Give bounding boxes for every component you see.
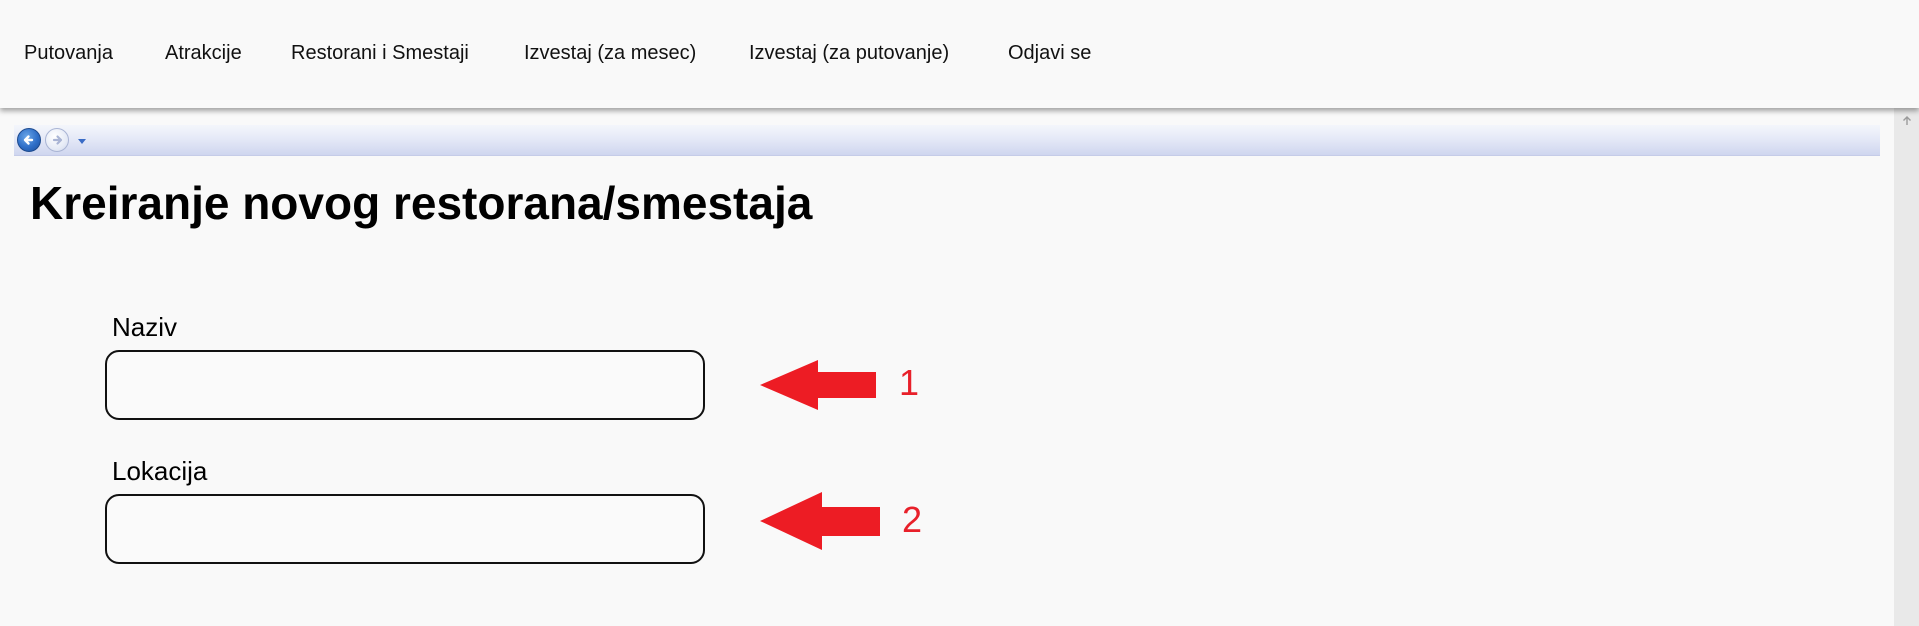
vertical-scrollbar[interactable] (1894, 108, 1919, 626)
nav-item-restorani-i-smestaji[interactable]: Restorani i Smestaji (291, 42, 469, 65)
naziv-input[interactable] (105, 350, 705, 420)
arrow-up-icon (1902, 115, 1911, 125)
top-navigation-bar: Putovanja Atrakcije Restorani i Smestaji… (0, 0, 1919, 108)
red-arrow-icon (760, 360, 876, 410)
frame-navigation-toolbar (14, 125, 1880, 156)
back-button[interactable] (17, 128, 41, 152)
lokacija-label: Lokacija (112, 456, 208, 486)
nav-item-odjavi-se[interactable]: Odjavi se (1008, 42, 1091, 65)
annotation-number-2: 2 (902, 499, 923, 540)
back-arrow-icon (23, 135, 34, 145)
nav-item-putovanja[interactable]: Putovanja (24, 42, 113, 65)
dropdown-triangle-icon[interactable] (75, 135, 89, 147)
annotation-number-1: 1 (899, 362, 920, 403)
forward-button[interactable] (45, 128, 69, 152)
nav-item-atrakcije[interactable]: Atrakcije (165, 42, 242, 65)
scroll-up-button[interactable] (1894, 108, 1919, 133)
lokacija-input[interactable] (105, 494, 705, 564)
page-title: Kreiranje novog restorana/smestaja (30, 177, 813, 229)
red-arrow-icon (760, 492, 880, 550)
nav-item-izvestaj-putovanje[interactable]: Izvestaj (za putovanje) (749, 42, 949, 65)
nav-item-izvestaj-mesec[interactable]: Izvestaj (za mesec) (524, 42, 696, 65)
naziv-label: Naziv (112, 312, 178, 342)
forward-arrow-icon (52, 135, 63, 145)
